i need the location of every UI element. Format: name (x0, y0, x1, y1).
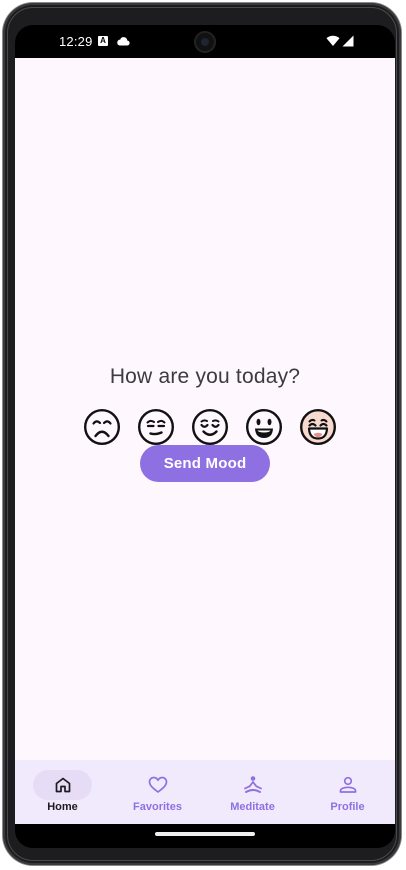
cloud-icon (117, 37, 130, 46)
nav-item-home[interactable]: Home (15, 760, 110, 824)
meh-face-icon[interactable] (137, 408, 175, 446)
home-gesture-bar[interactable] (155, 832, 255, 836)
status-time: 12:29 (59, 34, 93, 49)
send-mood-button[interactable]: Send Mood (140, 445, 270, 482)
phone-frame: 12:29 A How are you today? Send Mood Hom… (3, 3, 401, 865)
calm-face-icon[interactable] (191, 408, 229, 446)
signal-icon (342, 35, 354, 47)
a-notification-icon: A (98, 36, 108, 46)
wifi-icon (326, 35, 340, 46)
nav-label-home: Home (47, 801, 78, 813)
gesture-area (15, 824, 395, 848)
screen: 12:29 A How are you today? Send Mood Hom… (15, 25, 395, 848)
app-content: How are you today? Send Mood Home Favori… (15, 58, 395, 824)
nav-item-favorites[interactable]: Favorites (110, 760, 205, 824)
front-camera (194, 31, 216, 53)
heart-icon (148, 776, 168, 793)
mood-selector (83, 408, 337, 446)
mood-question: How are you today? (109, 365, 301, 388)
bottom-navigation: Home Favorites Meditate Profile (15, 760, 395, 824)
home-icon (55, 777, 71, 793)
nav-item-profile[interactable]: Profile (300, 760, 395, 824)
nav-label-favorites: Favorites (133, 801, 182, 813)
nav-label-profile: Profile (330, 801, 365, 813)
nav-item-meditate[interactable]: Meditate (205, 760, 300, 824)
nav-label-meditate: Meditate (230, 801, 275, 813)
excited-face-icon[interactable] (299, 408, 337, 446)
sad-face-icon[interactable] (83, 408, 121, 446)
happy-face-icon[interactable] (245, 408, 283, 446)
status-bar: 12:29 A (15, 25, 395, 58)
meditate-icon (244, 776, 262, 793)
person-icon (339, 776, 357, 793)
